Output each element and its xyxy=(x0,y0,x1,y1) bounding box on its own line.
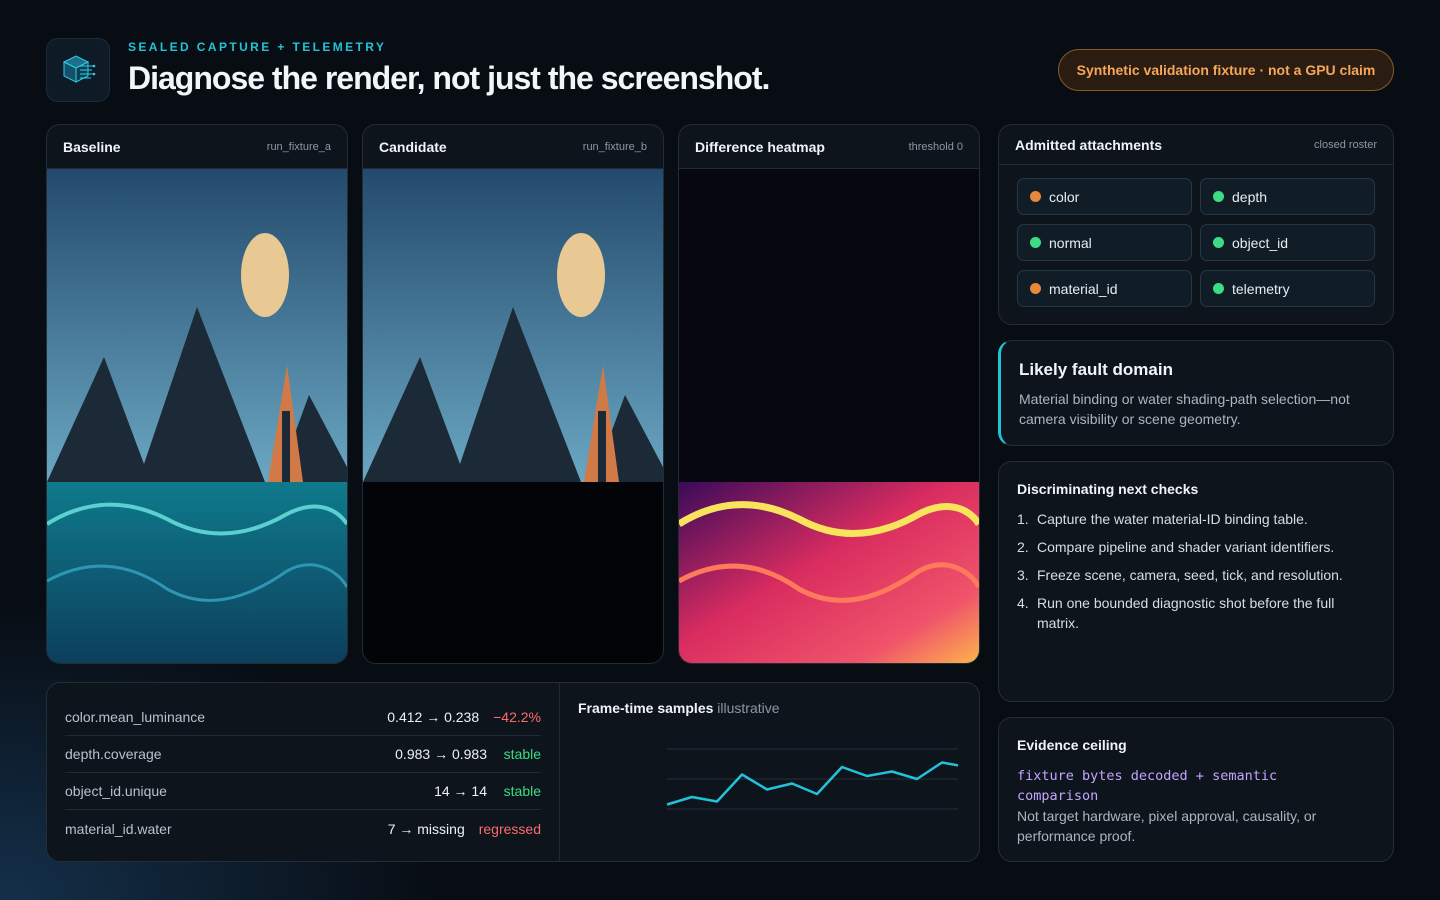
check-number: 3. xyxy=(1017,567,1029,583)
status-dot xyxy=(1030,191,1041,202)
check-text: Compare pipeline and shader variant iden… xyxy=(1037,539,1335,555)
metric-value: 0.983 → 0.983 xyxy=(395,746,487,762)
check-number: 2. xyxy=(1017,539,1029,555)
panel-title: Baseline xyxy=(63,138,121,155)
checks-list: 1. Capture the water material-ID binding … xyxy=(1017,509,1377,641)
attachments-title: Admitted attachments xyxy=(1015,136,1163,153)
attachment-chip-material_id[interactable]: material_id xyxy=(1017,270,1192,307)
cube-circuit-icon xyxy=(62,55,96,83)
attachment-chip-normal[interactable]: normal xyxy=(1017,224,1192,261)
frametime-title: Frame-time samples illustrative xyxy=(578,700,780,716)
attachment-chip-object_id[interactable]: object_id xyxy=(1200,224,1375,261)
metric-status: stable xyxy=(503,746,541,762)
attachment-chip-telemetry[interactable]: telemetry xyxy=(1200,270,1375,307)
fault-text: Material binding or water shading-path s… xyxy=(1019,391,1350,427)
status-dot xyxy=(1213,237,1224,248)
app-logo xyxy=(46,38,110,102)
attachment-label: telemetry xyxy=(1232,280,1290,297)
attachment-label: material_id xyxy=(1049,280,1118,297)
ceiling-title: Evidence ceiling xyxy=(1017,737,1127,753)
metric-value: 0.412 → 0.238 xyxy=(387,709,480,725)
heatmap-image[interactable] xyxy=(679,169,979,663)
check-text: Capture the water material-ID binding ta… xyxy=(1037,511,1308,527)
frametime-label: Frame-time samples xyxy=(578,700,714,716)
candidate-image[interactable] xyxy=(363,169,663,663)
check-number: 4. xyxy=(1017,595,1029,611)
metric-key: depth.coverage xyxy=(65,746,162,762)
check-number: 1. xyxy=(1017,511,1029,527)
metrics-table: color.mean_luminance 0.412 → 0.238 −42.2% d… xyxy=(65,699,541,847)
checks-title: Discriminating next checks xyxy=(1017,481,1199,497)
attachment-label: color xyxy=(1049,188,1080,205)
check-item: 4. Run one bounded diagnostic shot before… xyxy=(1017,593,1377,633)
status-dot xyxy=(1030,237,1041,248)
divider xyxy=(559,683,560,861)
threshold-tag: threshold 0 xyxy=(908,140,963,153)
metric-status: stable xyxy=(503,783,541,799)
metric-key: color.mean_luminance xyxy=(65,709,206,725)
fault-domain-panel: Likely fault domain Material binding or … xyxy=(998,340,1394,446)
metric-status: regressed xyxy=(478,820,541,837)
panel-title: Candidate xyxy=(379,138,447,155)
attachments-panel: Admitted attachments closed roster color… xyxy=(998,124,1394,325)
attachment-chip-depth[interactable]: depth xyxy=(1200,178,1375,215)
metric-row: object_id.unique 14 → 14 stable xyxy=(65,773,541,810)
run-tag: run_fixture_b xyxy=(582,140,647,153)
metric-status: −42.2% xyxy=(493,709,541,725)
fault-title: Likely fault domain xyxy=(1019,360,1173,379)
page-title: Diagnose the render, not just the screen… xyxy=(128,60,770,96)
eyebrow-label: SEALED CAPTURE + TELEMETRY xyxy=(128,40,387,54)
status-dot xyxy=(1030,283,1041,294)
metric-key: material_id.water xyxy=(65,820,172,837)
ceiling-code: fixture bytes decoded + semantic compari… xyxy=(1017,768,1278,804)
check-text: Freeze scene, camera, seed, tick, and re… xyxy=(1037,567,1343,583)
series-line xyxy=(666,761,958,806)
baseline-panel: Baseline run_fixture_a xyxy=(46,124,348,664)
attachment-label: normal xyxy=(1049,234,1092,251)
fixture-badge: Synthetic validation fixture · not a GPU… xyxy=(1058,49,1394,91)
metric-value: 7 → missing xyxy=(387,820,465,837)
check-item: 1. Capture the water material-ID binding … xyxy=(1017,509,1377,529)
frametime-chart xyxy=(666,748,958,810)
status-dot xyxy=(1213,191,1224,202)
ceiling-text: Not target hardware, pixel approval, cau… xyxy=(1017,808,1317,844)
metrics-panel: color.mean_luminance 0.412 → 0.238 −42.2% d… xyxy=(46,682,980,862)
next-checks-panel: Discriminating next checks 1. Capture the… xyxy=(998,461,1394,702)
baseline-image[interactable] xyxy=(47,169,347,663)
attachment-label: object_id xyxy=(1232,234,1289,251)
heatmap-panel: Difference heatmap threshold 0 xyxy=(678,124,980,664)
check-item: 2. Compare pipeline and shader variant id… xyxy=(1017,537,1377,557)
metric-row: depth.coverage 0.983 → 0.983 stable xyxy=(65,736,541,773)
metric-row: material_id.water 7 → missing regressed xyxy=(65,810,541,847)
metric-key: object_id.unique xyxy=(65,783,167,799)
metric-value: 14 → 14 xyxy=(434,783,487,799)
run-tag: run_fixture_a xyxy=(266,140,331,153)
candidate-panel: Candidate run_fixture_b xyxy=(362,124,664,664)
panel-title: Difference heatmap xyxy=(695,138,825,155)
evidence-ceiling-panel: Evidence ceiling fixture bytes decoded +… xyxy=(998,717,1394,862)
check-item: 3. Freeze scene, camera, seed, tick, and … xyxy=(1017,565,1377,585)
attachment-chip-color[interactable]: color xyxy=(1017,178,1192,215)
status-dot xyxy=(1213,283,1224,294)
check-text: Run one bounded diagnostic shot before t… xyxy=(1037,595,1335,631)
metric-row: color.mean_luminance 0.412 → 0.238 −42.2% xyxy=(65,699,541,736)
attachment-label: depth xyxy=(1232,188,1268,205)
roster-tag: closed roster xyxy=(1314,138,1377,151)
frametime-subtitle: illustrative xyxy=(717,700,780,716)
